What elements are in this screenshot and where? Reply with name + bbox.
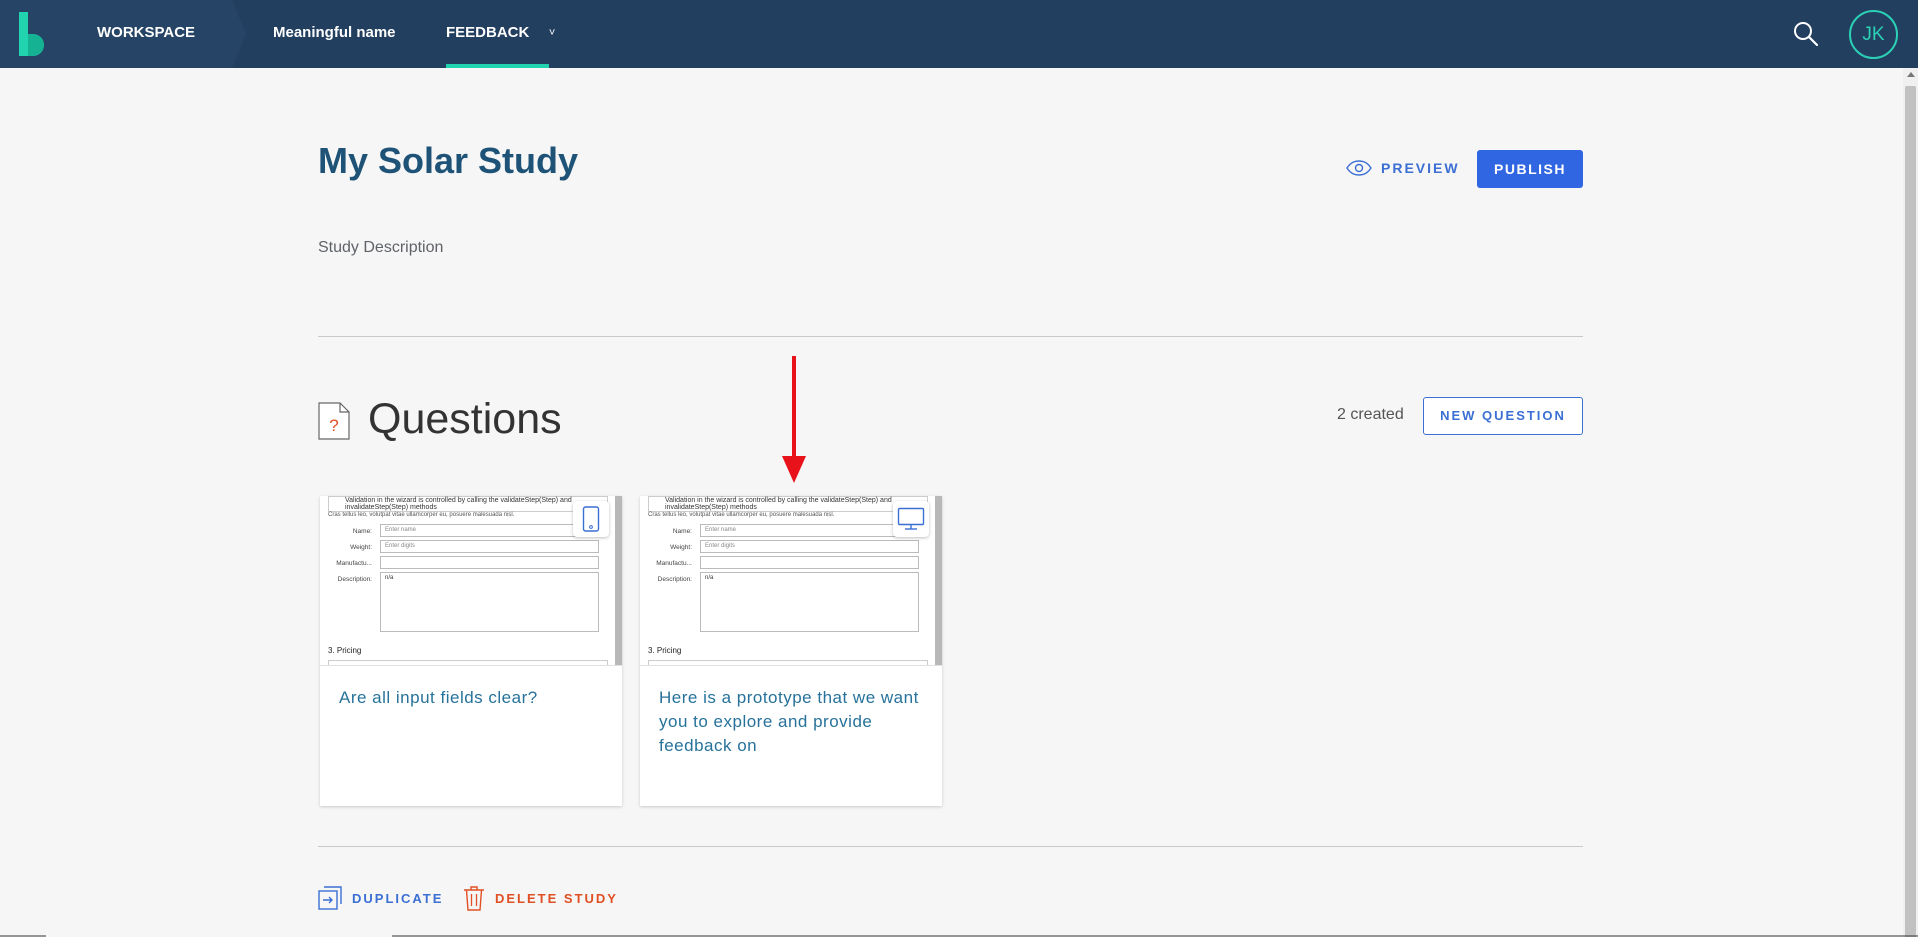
thumb-text: Cras tellus leo, volutpat vitae ullamcor… <box>648 512 835 518</box>
logo-icon[interactable] <box>17 12 51 56</box>
duplicate-icon <box>318 886 342 910</box>
top-nav-bar: WORKSPACE Meaningful name FEEDBACK ˅ JK <box>0 0 1918 68</box>
active-tab-indicator <box>446 64 549 68</box>
delete-study-button[interactable]: DELETE STUDY <box>463 885 618 911</box>
question-text[interactable]: Here is a prototype that we want you to … <box>659 686 929 758</box>
publish-button[interactable]: PUBLISH <box>1477 150 1583 188</box>
avatar[interactable]: JK <box>1849 10 1898 59</box>
thumb-field: Enter name <box>380 524 599 537</box>
page-scrollbar[interactable] <box>1903 68 1918 937</box>
tablet-icon <box>573 501 609 537</box>
thumb-label: Name: <box>672 528 692 535</box>
thumb-section-title: 3. Pricing <box>648 646 682 655</box>
delete-study-label: DELETE STUDY <box>495 890 618 906</box>
duplicate-label: DUPLICATE <box>352 890 444 906</box>
thumb-field: Enter digits <box>380 540 599 553</box>
thumb-textarea: n/a <box>380 572 599 632</box>
page-title: My Solar Study <box>318 140 579 181</box>
svg-text:?: ? <box>329 416 338 435</box>
thumb-select <box>700 556 919 569</box>
thumb-note: Validation in the wizard is controlled b… <box>328 496 608 512</box>
thumb-label: Manufactu... <box>336 560 372 567</box>
new-question-button[interactable]: NEW QUESTION <box>1423 397 1583 435</box>
thumb-label: Manufactu... <box>656 560 692 567</box>
duplicate-button[interactable]: DUPLICATE <box>318 885 443 911</box>
thumb-note <box>648 660 928 665</box>
thumb-label: Description: <box>337 576 372 583</box>
divider <box>318 846 1583 847</box>
nav-project-name[interactable]: Meaningful name <box>273 0 396 68</box>
preview-button[interactable]: PREVIEW <box>1346 155 1460 181</box>
eye-icon <box>1346 160 1372 176</box>
thumb-note <box>328 660 608 665</box>
thumb-note: Validation in the wizard is controlled b… <box>648 496 928 512</box>
question-document-icon: ? <box>318 402 350 440</box>
questions-heading: Questions <box>368 395 562 443</box>
chevron-down-icon: ˅ <box>548 27 556 39</box>
trash-icon <box>464 886 484 911</box>
thumb-field: Enter name <box>700 524 919 537</box>
thumb-field: Enter digits <box>700 540 919 553</box>
study-description[interactable]: Study Description <box>318 239 443 257</box>
thumb-label: Name: <box>352 528 372 535</box>
divider <box>318 336 1583 337</box>
red-arrow-down-icon <box>782 356 806 483</box>
thumb-textarea: n/a <box>700 572 919 632</box>
thumb-scrollbar <box>935 496 942 665</box>
preview-label: PREVIEW <box>1381 160 1460 176</box>
thumb-text: Cras tellus leo, volutpat vitae ullamcor… <box>328 512 515 518</box>
thumb-select <box>380 556 599 569</box>
question-thumbnail: Validation in the wizard is controlled b… <box>320 496 622 666</box>
thumb-label: Description: <box>657 576 692 583</box>
scroll-thumb[interactable] <box>1905 86 1916 937</box>
search-icon[interactable] <box>1792 20 1820 48</box>
thumb-label: Weight: <box>670 544 692 551</box>
question-card[interactable]: Validation in the wizard is controlled b… <box>320 496 622 806</box>
questions-count: 2 created <box>1337 406 1404 423</box>
nav-workspace[interactable]: WORKSPACE <box>97 0 195 68</box>
desktop-icon <box>893 501 929 537</box>
nav-feedback[interactable]: FEEDBACK ˅ <box>446 0 557 68</box>
question-card[interactable]: Validation in the wizard is controlled b… <box>640 496 942 806</box>
thumb-label: Weight: <box>350 544 372 551</box>
question-thumbnail: Validation in the wizard is controlled b… <box>640 496 942 666</box>
question-text[interactable]: Are all input fields clear? <box>339 686 609 710</box>
nav-feedback-label: FEEDBACK <box>446 24 530 41</box>
thumb-section-title: 3. Pricing <box>328 646 362 655</box>
thumb-scrollbar <box>615 496 622 665</box>
scroll-up-arrow-icon[interactable] <box>1907 72 1915 77</box>
